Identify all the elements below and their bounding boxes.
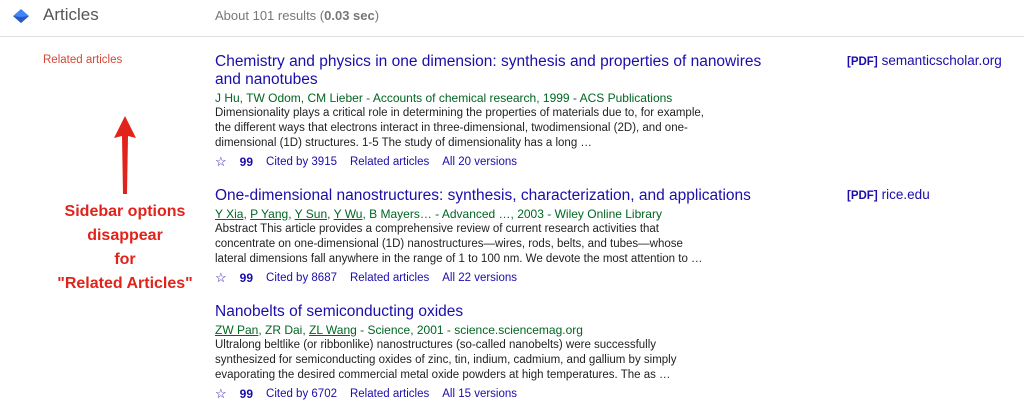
result-actions: ☆ 99 Cited by 6702 Related articles All … — [215, 386, 775, 402]
cited-by-link[interactable]: Cited by 8687 — [266, 272, 337, 284]
result-snippet: Dimensionality plays a critical role in … — [215, 107, 704, 149]
result-meta: Y Xia, P Yang, Y Sun, Y Wu, B Mayers… - … — [215, 207, 662, 221]
pdf-link[interactable]: [PDF] semanticscholar.org — [847, 53, 1002, 68]
related-articles-link[interactable]: Related articles — [350, 272, 429, 284]
related-articles-link[interactable]: Related articles — [350, 388, 429, 400]
result-title[interactable]: Nanobelts of semiconducting oxides — [215, 303, 775, 321]
results-count: About 101 results (0.03 sec) — [215, 8, 380, 23]
annotation-arrow-icon — [114, 116, 136, 194]
author-link[interactable]: Y Wu — [334, 207, 363, 221]
result-item: Nanobelts of semiconducting oxides ZW Pa… — [215, 303, 775, 402]
result-meta: J Hu, TW Odom, CM Lieber - Accounts of c… — [215, 91, 673, 105]
sidebar-related-articles[interactable]: Related articles — [43, 54, 122, 66]
result-snippet: Abstract This article provides a compreh… — [215, 223, 703, 265]
star-icon[interactable]: ☆ — [215, 386, 227, 402]
author-link[interactable]: Y Xia — [215, 207, 243, 221]
pdf-link[interactable]: [PDF] rice.edu — [847, 187, 930, 202]
cite-icon[interactable]: 99 — [240, 155, 253, 169]
star-icon[interactable]: ☆ — [215, 154, 227, 170]
cite-icon[interactable]: 99 — [240, 271, 253, 285]
author-link[interactable]: Y Sun — [295, 207, 327, 221]
result-actions: ☆ 99 Cited by 8687 Related articles All … — [215, 270, 775, 286]
annotation-text: Sidebar options disappear for "Related A… — [57, 203, 193, 292]
author-link[interactable]: ZW Pan — [215, 323, 258, 337]
result-item: Chemistry and physics in one dimension: … — [215, 53, 775, 170]
top-bar: Articles About 101 results (0.03 sec) — [0, 0, 1024, 37]
related-articles-link[interactable]: Related articles — [350, 156, 429, 168]
cite-icon[interactable]: 99 — [240, 387, 253, 401]
result-snippet: Ultralong beltlike (or ribbonlike) nanos… — [215, 339, 677, 381]
cited-by-link[interactable]: Cited by 3915 — [266, 156, 337, 168]
result-title[interactable]: Chemistry and physics in one dimension: … — [215, 53, 775, 89]
cited-by-link[interactable]: Cited by 6702 — [266, 388, 337, 400]
author-link[interactable]: ZL Wang — [309, 323, 357, 337]
versions-link[interactable]: All 22 versions — [442, 272, 517, 284]
result-item: One-dimensional nanostructures: synthesi… — [215, 187, 775, 286]
result-meta: ZW Pan, ZR Dai, ZL Wang - Science, 2001 … — [215, 323, 583, 337]
scholar-logo-icon[interactable] — [12, 8, 30, 26]
versions-link[interactable]: All 20 versions — [442, 156, 517, 168]
star-icon[interactable]: ☆ — [215, 270, 227, 286]
page-title: Articles — [43, 5, 99, 24]
author-link[interactable]: P Yang — [250, 207, 288, 221]
result-actions: ☆ 99 Cited by 3915 Related articles All … — [215, 154, 775, 170]
versions-link[interactable]: All 15 versions — [442, 388, 517, 400]
result-title[interactable]: One-dimensional nanostructures: synthesi… — [215, 187, 775, 205]
